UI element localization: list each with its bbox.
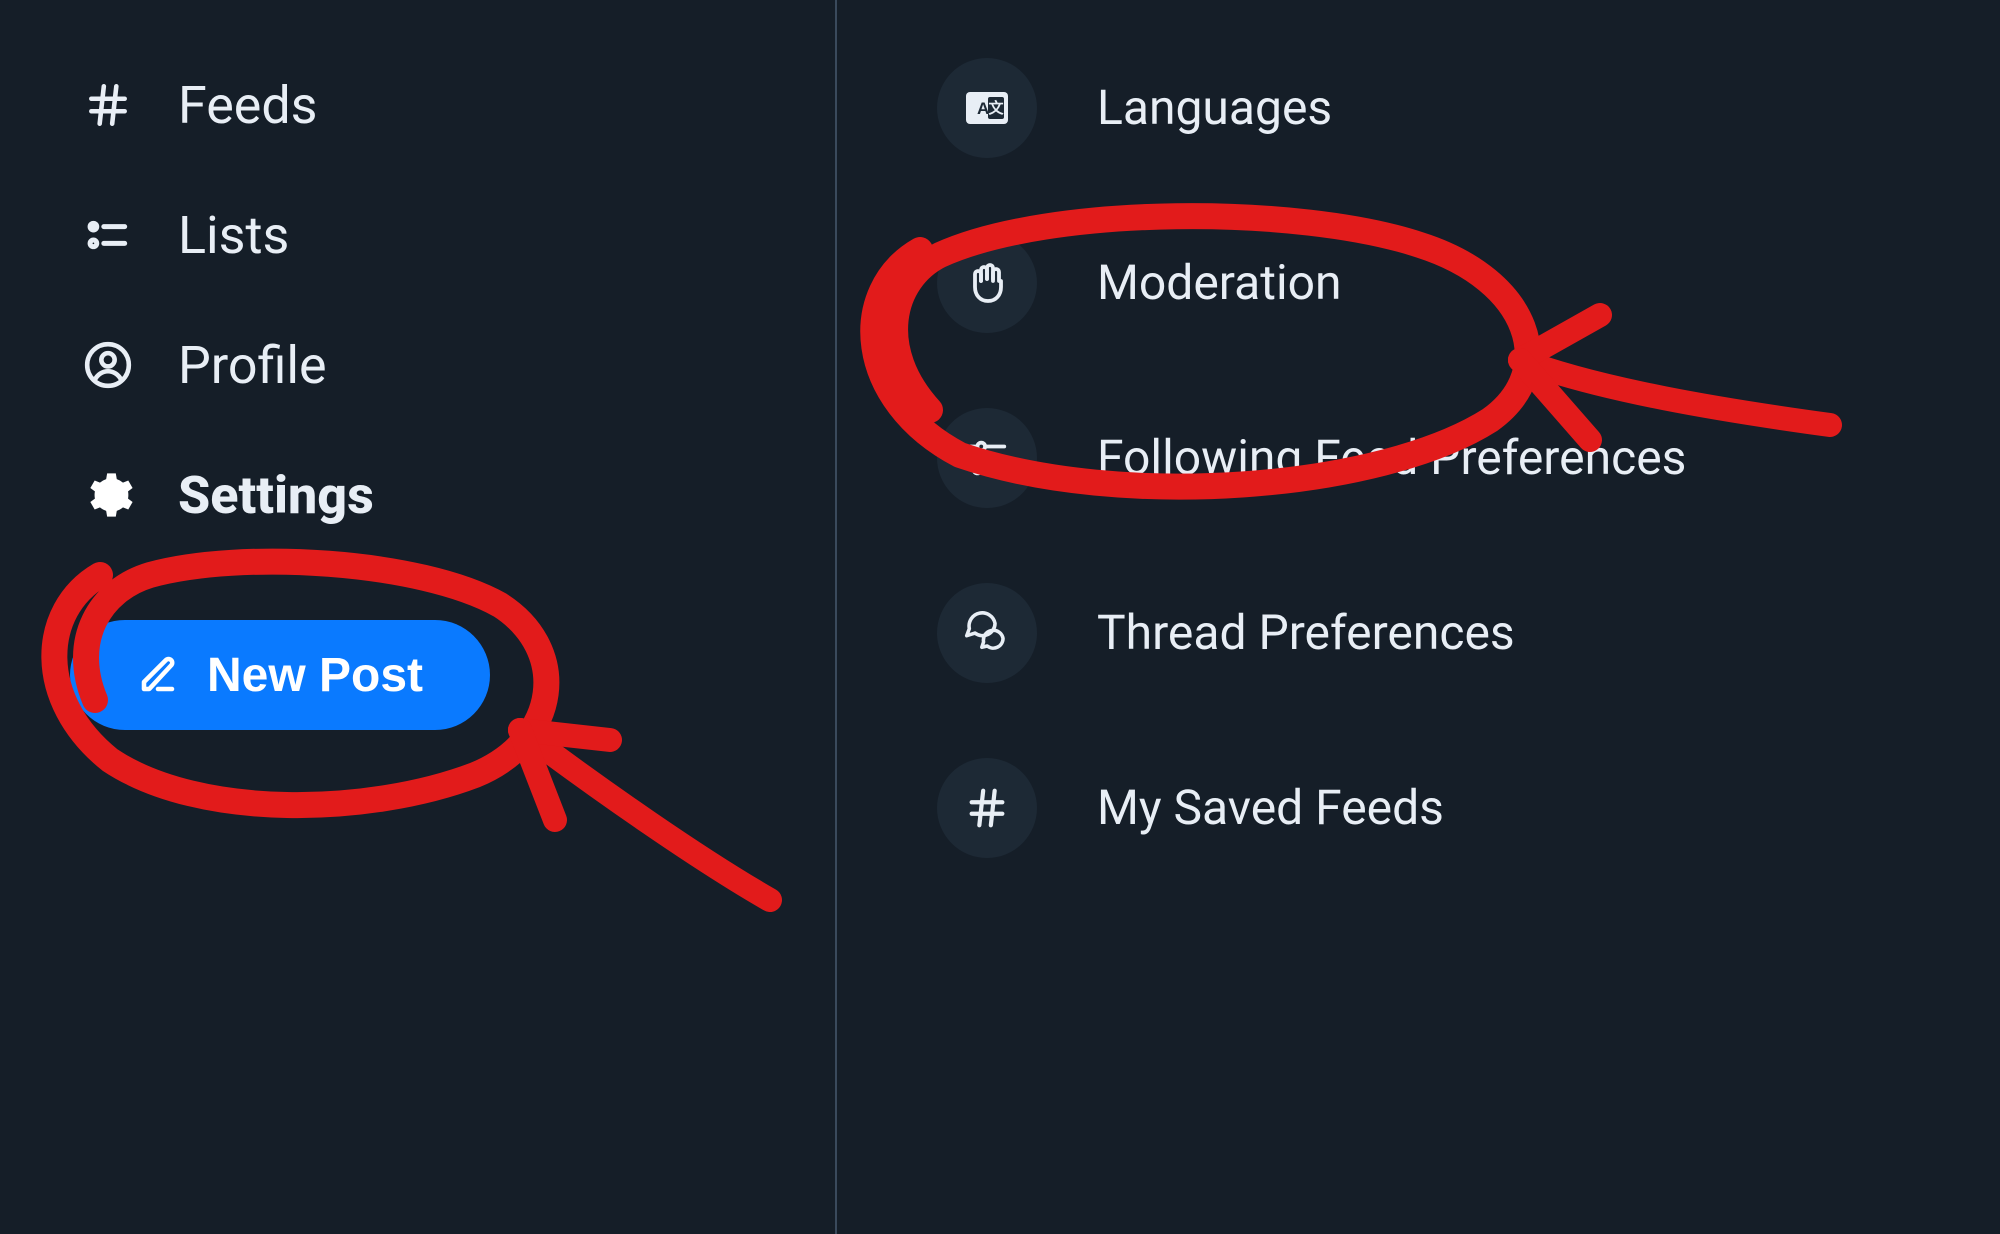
sidebar-item-label: Settings: [178, 465, 374, 526]
sidebar-item-label: Feeds: [178, 75, 318, 136]
hash-icon: [937, 758, 1037, 858]
settings-item-label: Languages: [1097, 79, 1332, 136]
profile-icon: [80, 337, 136, 393]
settings-panel: A 文 Languages Moderation: [837, 0, 2000, 1234]
svg-text:A: A: [977, 99, 989, 118]
hash-icon: [80, 77, 136, 133]
settings-item-label: Moderation: [1097, 254, 1342, 311]
sidebar-nav: Feeds Lists Profile: [0, 0, 835, 1234]
new-post-button[interactable]: New Post: [70, 620, 490, 730]
hand-icon: [937, 233, 1037, 333]
list-icon: [80, 207, 136, 263]
sidebar-item-feeds[interactable]: Feeds: [60, 40, 835, 170]
settings-item-my-saved-feeds[interactable]: My Saved Feeds: [897, 720, 2000, 895]
svg-text:文: 文: [988, 99, 1004, 117]
sidebar-item-label: Lists: [178, 205, 289, 266]
settings-item-languages[interactable]: A 文 Languages: [897, 20, 2000, 195]
compose-icon: [137, 654, 179, 696]
chat-icon: [937, 583, 1037, 683]
new-post-label: New Post: [207, 648, 423, 703]
sidebar-item-lists[interactable]: Lists: [60, 170, 835, 300]
settings-item-label: Thread Preferences: [1097, 604, 1515, 661]
sidebar-item-settings[interactable]: Settings: [60, 430, 835, 560]
language-icon: A 文: [937, 58, 1037, 158]
sidebar-item-label: Profile: [178, 335, 327, 396]
sliders-icon: [937, 408, 1037, 508]
settings-item-moderation[interactable]: Moderation: [897, 195, 2000, 370]
gear-icon: [80, 467, 136, 523]
settings-item-label: Following Feed Preferences: [1097, 429, 1686, 486]
settings-item-thread-preferences[interactable]: Thread Preferences: [897, 545, 2000, 720]
sidebar-item-profile[interactable]: Profile: [60, 300, 835, 430]
settings-item-following-feed-preferences[interactable]: Following Feed Preferences: [897, 370, 2000, 545]
settings-item-label: My Saved Feeds: [1097, 779, 1444, 836]
